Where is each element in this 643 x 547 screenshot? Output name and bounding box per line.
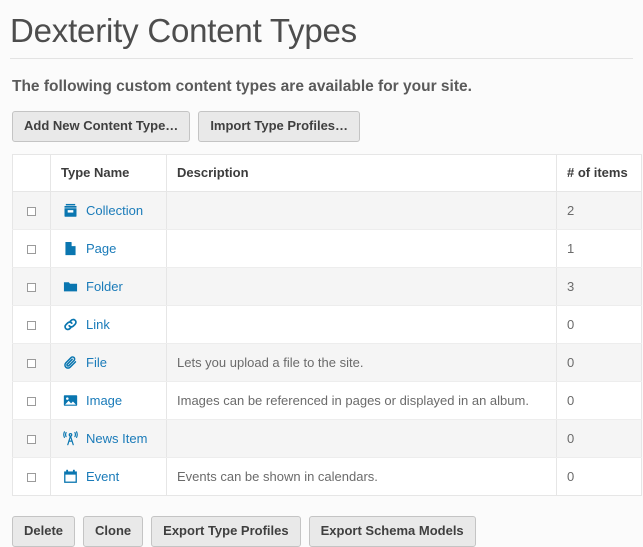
type-name-cell: File [50,343,167,382]
description-text: Events can be shown in calendars. [177,469,378,484]
row-select-cell [12,229,51,268]
image-icon [63,393,78,408]
table-row: Page 1 [12,229,642,268]
row-select-cell [12,267,51,306]
type-name-link[interactable]: Link [86,316,110,333]
table-body: Collection 2 Page 1 Folder 3 Link 0 File Lets you… [12,191,642,496]
item-count-text: 0 [567,393,575,408]
row-checkbox[interactable] [27,245,36,255]
description-cell [166,419,557,458]
item-count-text: 0 [567,469,575,484]
description-text: Images can be referenced in pages or dis… [177,393,529,408]
bottom-toolbar: Delete Clone Export Type Profiles Export… [10,496,633,547]
description-cell: Events can be shown in calendars. [166,457,557,496]
row-checkbox[interactable] [27,321,36,331]
column-header-select [12,154,51,192]
type-name-link[interactable]: Event [86,468,119,485]
row-select-cell [12,381,51,420]
collection-icon [63,203,78,218]
type-name-cell: Page [50,229,167,268]
import-type-profiles-button[interactable]: Import Type Profiles… [198,111,361,142]
link-icon [63,317,78,332]
row-checkbox[interactable] [27,397,36,407]
type-name-cell: Image [50,381,167,420]
item-count-cell: 0 [556,419,642,458]
folder-icon [63,279,78,294]
type-name-cell: Collection [50,191,167,230]
broadcast-tower-icon [63,431,78,446]
row-select-cell [12,457,51,496]
item-count-text: 1 [567,241,575,256]
item-count-cell: 1 [556,229,642,268]
type-name-cell: News Item [50,419,167,458]
row-select-cell [12,305,51,344]
item-count-cell: 3 [556,267,642,306]
top-toolbar: Add New Content Type… Import Type Profil… [10,97,633,142]
row-checkbox[interactable] [27,359,36,369]
paperclip-icon [63,355,78,370]
item-count-text: 0 [567,355,575,370]
calendar-icon [63,469,78,484]
row-checkbox[interactable] [27,207,36,217]
content-types-table-wrapper: Type Name Description # of items Collect… [10,142,642,496]
type-name-link[interactable]: Folder [86,278,123,295]
type-name-cell: Link [50,305,167,344]
type-name-link[interactable]: News Item [86,430,147,447]
table-row: Image Images can be referenced in pages o… [12,381,642,420]
page-description: The following custom content types are a… [12,78,472,95]
type-name-link[interactable]: Page [86,240,116,257]
table-row: Event Events can be shown in calendars. 0 [12,457,642,496]
item-count-text: 0 [567,317,575,332]
row-select-cell [12,191,51,230]
type-name-link[interactable]: Collection [86,202,143,219]
description-cell [166,191,557,230]
add-new-content-type-button[interactable]: Add New Content Type… [12,111,191,142]
page-icon [63,241,78,256]
description-cell [166,229,557,268]
delete-button[interactable]: Delete [12,516,76,547]
table-header: Type Name Description # of items [12,154,642,192]
description-cell: Lets you upload a file to the site. [166,343,557,382]
table-row: News Item 0 [12,419,642,458]
type-name-link[interactable]: Image [86,392,122,409]
export-type-profiles-button[interactable]: Export Type Profiles [151,516,301,547]
column-header-type-name: Type Name [50,154,167,192]
row-checkbox[interactable] [27,473,36,483]
content-types-table: Type Name Description # of items Collect… [12,154,642,496]
description-text: Lets you upload a file to the site. [177,355,364,370]
table-row: File Lets you upload a file to the site. 0 [12,343,642,382]
table-header-row: Type Name Description # of items [12,154,642,192]
type-name-cell: Event [50,457,167,496]
description-cell: Images can be referenced in pages or dis… [166,381,557,420]
table-row: Collection 2 [12,191,642,230]
page-container: Dexterity Content Types The following cu… [0,0,643,547]
row-checkbox[interactable] [27,283,36,293]
description-cell [166,305,557,344]
item-count-cell: 0 [556,457,642,496]
type-name-cell: Folder [50,267,167,306]
description-cell [166,267,557,306]
table-row: Folder 3 [12,267,642,306]
item-count-text: 3 [567,279,575,294]
item-count-cell: 2 [556,191,642,230]
item-count-cell: 0 [556,381,642,420]
table-row: Link 0 [12,305,642,344]
export-schema-models-button[interactable]: Export Schema Models [308,516,476,547]
item-count-text: 0 [567,431,575,446]
item-count-cell: 0 [556,343,642,382]
item-count-cell: 0 [556,305,642,344]
item-count-text: 2 [567,203,575,218]
clone-button[interactable]: Clone [83,516,144,547]
column-header-description: Description [166,154,557,192]
row-checkbox[interactable] [27,435,36,445]
column-header-count: # of items [556,154,642,192]
page-title: Dexterity Content Types [10,12,357,49]
row-select-cell [12,419,51,458]
row-select-cell [12,343,51,382]
type-name-link[interactable]: File [86,354,107,371]
